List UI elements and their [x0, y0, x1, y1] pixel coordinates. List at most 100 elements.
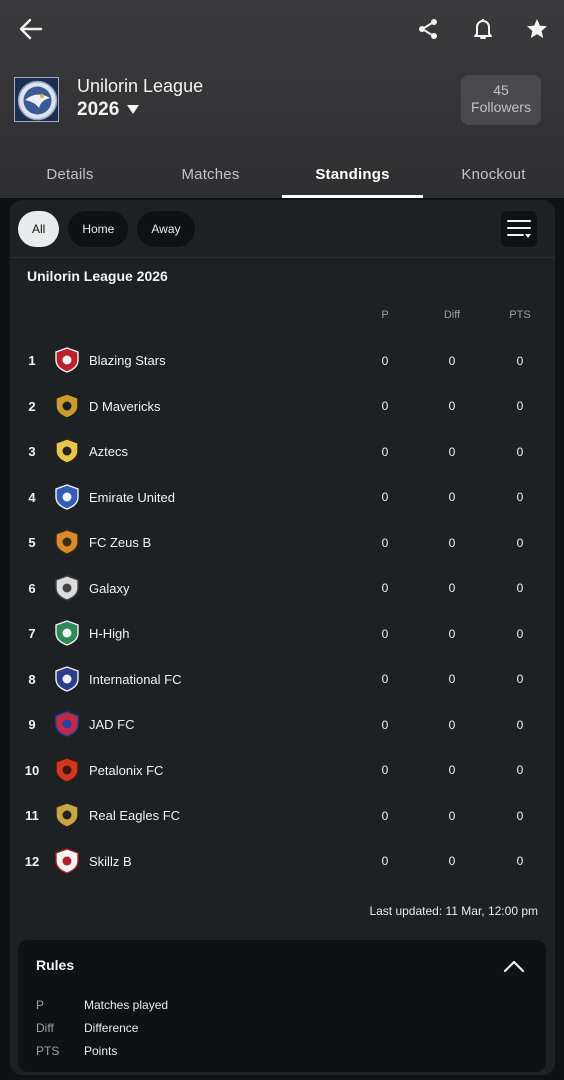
team-name: Aztecs [89, 444, 129, 459]
column-header-pts: PTS [509, 309, 531, 321]
rule-abbr: PTS [36, 1044, 60, 1058]
table-row[interactable]: 9 JAD FC 0 0 0 [10, 702, 555, 747]
team-points: 0 [516, 854, 524, 868]
team-badge [54, 529, 80, 555]
table-row[interactable]: 5 FC Zeus B 0 0 0 [10, 520, 555, 565]
team-name: International FC [89, 671, 182, 687]
team-rank: 4 [28, 489, 36, 505]
table-row[interactable]: 6 Galaxy 0 0 0 [10, 566, 555, 611]
followers-count: 45 [493, 82, 509, 98]
team-badge [54, 620, 80, 646]
team-diff: 0 [448, 353, 456, 368]
team-points: 0 [516, 717, 524, 732]
team-diff: 0 [448, 399, 456, 413]
team-played: 0 [381, 399, 389, 413]
table-row[interactable]: 7 H-High 0 0 0 [10, 611, 555, 656]
team-played: 0 [381, 717, 389, 732]
team-diff: 0 [448, 444, 456, 459]
chevron-up-icon[interactable] [500, 954, 528, 978]
back-arrow-icon[interactable] [14, 12, 48, 46]
table-row[interactable]: 10 Petalonix FC 0 0 0 [10, 748, 555, 793]
team-points: 0 [516, 626, 524, 641]
team-rank: 2 [28, 398, 36, 414]
caret-down-icon [127, 99, 140, 121]
team-name: JAD FC [89, 717, 135, 732]
bell-icon[interactable] [466, 12, 500, 46]
team-name: Skillz B [89, 853, 132, 869]
star-icon[interactable] [520, 12, 554, 46]
rule-item: Diff Difference [36, 1021, 516, 1039]
team-rank: 7 [28, 626, 36, 641]
team-badge [54, 574, 80, 601]
team-played: 0 [381, 535, 389, 550]
filter-chips: All Home Away [18, 211, 195, 247]
table-row[interactable]: 1 Blazing Stars 0 0 0 [10, 338, 555, 383]
team-diff: 0 [448, 808, 456, 823]
table-title: Unilorin League 2026 [27, 268, 168, 284]
team-played: 0 [381, 672, 389, 686]
team-diff: 0 [448, 763, 456, 777]
team-rank: 3 [28, 444, 36, 459]
team-diff: 0 [448, 672, 456, 686]
league-header: Unilorin League 2026 45 Followers Detail… [0, 0, 564, 198]
team-badge [54, 711, 80, 737]
followers-button[interactable]: 45 Followers [461, 75, 541, 125]
team-diff: 0 [448, 626, 456, 641]
rule-item: PTS Points [36, 1044, 516, 1062]
team-name: Petalonix FC [89, 762, 164, 778]
team-name: FC Zeus B [89, 535, 152, 550]
team-rank: 8 [28, 671, 36, 687]
filter-all[interactable]: All [18, 211, 60, 247]
team-played: 0 [381, 854, 389, 868]
tab-matches[interactable]: Matches [140, 150, 281, 198]
rule-abbr: Diff [36, 1021, 54, 1035]
rules-title: Rules [36, 957, 75, 973]
team-played: 0 [381, 763, 389, 777]
rule-abbr: P [36, 998, 45, 1012]
rule-desc: Points [84, 1044, 118, 1058]
share-icon[interactable] [411, 12, 445, 46]
team-points: 0 [516, 399, 524, 413]
team-badge [54, 847, 80, 874]
team-points: 0 [516, 672, 524, 686]
standings-card: All Home Away Unilorin League 2026 P Dif… [10, 200, 555, 1075]
team-name: Real Eagles FC [89, 808, 181, 823]
rule-desc: Matches played [84, 998, 169, 1012]
table-row[interactable]: 12 Skillz B 0 0 0 [10, 839, 555, 884]
filter-home[interactable]: Home [68, 211, 129, 247]
team-rank: 11 [25, 808, 39, 823]
table-row[interactable]: 3 Aztecs 0 0 0 [10, 429, 555, 474]
table-row[interactable]: 8 International FC 0 0 0 [10, 657, 555, 702]
table-row[interactable]: 2 D Mavericks 0 0 0 [10, 384, 555, 429]
team-played: 0 [381, 490, 389, 504]
team-points: 0 [516, 444, 524, 459]
team-points: 0 [516, 353, 524, 368]
tab-standings[interactable]: Standings [282, 150, 423, 198]
team-played: 0 [381, 626, 389, 641]
tab-details[interactable]: Details [0, 150, 140, 198]
table-row[interactable]: 4 Emirate United 0 0 0 [10, 475, 555, 520]
filter-away[interactable]: Away [137, 211, 195, 247]
team-name: H-High [89, 626, 130, 641]
team-diff: 0 [448, 490, 456, 504]
tab-knockout[interactable]: Knockout [423, 150, 564, 198]
sort-menu-icon[interactable] [501, 211, 537, 247]
season-selector[interactable]: 2026 [77, 99, 140, 121]
team-played: 0 [381, 581, 389, 595]
column-header-diff: Diff [443, 309, 461, 321]
table-row[interactable]: 11 Real Eagles FC 0 0 0 [10, 793, 555, 838]
divider [10, 257, 555, 258]
team-badge [54, 438, 80, 464]
team-badge [54, 347, 80, 373]
season-label: 2026 [77, 99, 120, 120]
rules-panel: Rules P Matches played Diff Difference P… [18, 940, 546, 1072]
team-points: 0 [516, 535, 524, 550]
team-rank: 1 [28, 353, 36, 368]
team-diff: 0 [448, 854, 456, 868]
team-name: Galaxy [89, 580, 130, 596]
column-header-p: P [381, 309, 389, 321]
team-badge [54, 392, 80, 419]
team-rank: 6 [28, 580, 36, 596]
team-rank: 10 [24, 762, 40, 778]
league-logo [14, 77, 59, 122]
